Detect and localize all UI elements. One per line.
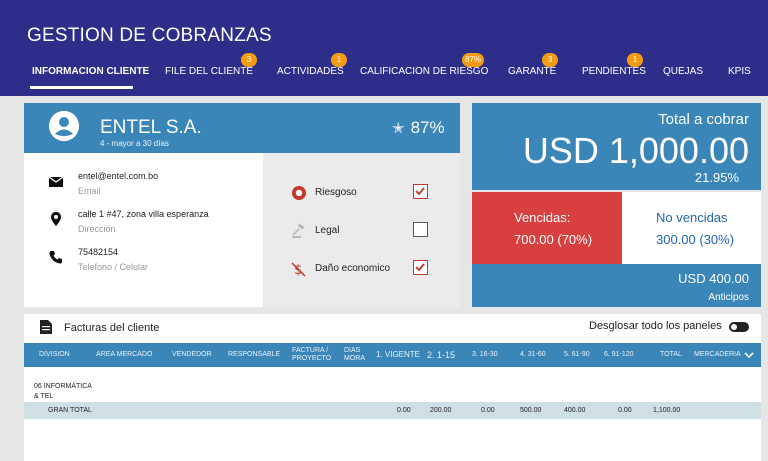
col-division[interactable]: DIVISION: [39, 343, 70, 367]
col-responsable[interactable]: RESPONSABLE: [228, 343, 280, 367]
col-vigente[interactable]: 1. VIGENTE: [376, 343, 420, 367]
tab-calificacion-de-riesgo[interactable]: CALIFICACION DE RIESGO 87%: [360, 53, 488, 77]
legal-checkbox[interactable]: [413, 222, 428, 237]
cell-61-90: 400.00: [564, 407, 586, 414]
tab-informacion-cliente[interactable]: INFORMACION CLIENTE: [32, 66, 149, 77]
cell-31-60: 500.00: [520, 407, 542, 414]
risk-flags-panel: Riesgoso Legal $ Daño economico: [263, 153, 460, 307]
col-dias-mora[interactable]: DIAS MORA: [344, 343, 370, 367]
tab-badge: 3: [241, 53, 257, 67]
active-tab-indicator: [30, 86, 133, 89]
client-subtitle: 4 - mayor a 30 días: [100, 139, 169, 148]
tab-quejas[interactable]: QUEJAS: [663, 66, 703, 77]
tab-file-del-cliente[interactable]: FILE DEL CLIENTE 3: [165, 53, 257, 77]
expand-panels-label: Desglosar todo los paneles: [589, 320, 722, 332]
overdue-value: 700.00 (70%): [514, 232, 593, 247]
col-91-120[interactable]: 6. 91-120: [604, 343, 634, 367]
advances-label: Anticipos: [708, 292, 749, 303]
cell-91-120: 0.00: [618, 407, 632, 414]
overdue-card: Vencidas: 700.00 (70%): [472, 192, 622, 264]
not-overdue-value: 300.00 (30%): [656, 232, 735, 247]
not-overdue-label: No vencidas: [656, 210, 728, 225]
tab-badge: 3: [542, 53, 558, 67]
tab-kpis[interactable]: KPIS: [728, 66, 751, 77]
app-title: GESTION DE COBRANZAS: [27, 25, 272, 46]
money-off-icon: $: [291, 262, 306, 277]
cell-1-15: 200.00: [430, 407, 452, 414]
location-pin-icon: [51, 212, 61, 226]
tab-garante[interactable]: GARANTE 3: [508, 53, 558, 77]
cell-vigente: 0.00: [397, 407, 411, 414]
col-factura-proyecto[interactable]: FACTURA / PROYECTO: [292, 343, 338, 367]
division-row-label: 06 INFORMÁTICA & TEL: [34, 383, 92, 400]
gavel-icon: [292, 223, 305, 238]
client-info-panel: ENTEL S.A. 4 - mayor a 30 días ✭ 87% ente…: [24, 103, 460, 307]
mail-icon: [48, 176, 64, 187]
total-percent: 21.95%: [694, 170, 739, 185]
invoices-panel: Facturas del cliente Desglosar todo los …: [24, 314, 761, 461]
client-rating: ✭ 87%: [392, 118, 445, 137]
risk-icon: [292, 186, 306, 200]
tab-pendientes[interactable]: PENDIENTES 1: [582, 53, 646, 77]
tab-actividades[interactable]: ACTIVIDADES 1: [277, 53, 347, 77]
overdue-label: Vencidas:: [514, 210, 571, 225]
invoices-title: Facturas del cliente: [64, 322, 160, 334]
advances-amount: USD 400.00: [678, 271, 749, 286]
app-header: GESTION DE COBRANZAS INFORMACION CLIENTE…: [0, 0, 768, 96]
col-total[interactable]: TOTAL: [660, 343, 682, 367]
col-16-30[interactable]: 3. 16-30: [472, 343, 498, 367]
col-61-90[interactable]: 5. 61-90: [564, 343, 590, 367]
document-icon: [40, 320, 52, 334]
phone-icon: [49, 251, 62, 264]
riesgoso-checkbox[interactable]: [413, 184, 428, 199]
grand-total-label: GRAN TOTAL: [48, 407, 92, 414]
cell-16-30: 0.00: [481, 407, 495, 414]
not-overdue-card: No vencidas 300.00 (30%): [622, 192, 761, 264]
dano-economico-checkbox[interactable]: [413, 260, 428, 275]
total-label: Total a cobrar: [658, 111, 749, 128]
col-1-15[interactable]: 2. 1-15: [427, 343, 455, 367]
chevron-down-icon: [744, 352, 754, 359]
col-area-mercado[interactable]: AREA MERCADO: [96, 343, 152, 367]
invoices-table-header: DIVISION AREA MERCADO VENDEDOR RESPONSAB…: [24, 343, 761, 367]
tab-badge: 1: [627, 53, 643, 67]
avatar-icon: [49, 111, 79, 141]
tab-badge: 87%: [462, 53, 485, 67]
total-to-collect-card: Total a cobrar USD 1,000.00 21.95%: [472, 103, 761, 190]
total-amount: USD 1,000.00: [522, 130, 749, 171]
col-mercaderia[interactable]: MERCADERIA: [694, 343, 754, 367]
col-vendedor[interactable]: VENDEDOR: [172, 343, 212, 367]
client-name: ENTEL S.A.: [100, 117, 202, 138]
col-31-60[interactable]: 4. 31-60: [520, 343, 546, 367]
tab-badge: 1: [331, 53, 347, 67]
grand-total-row: GRAN TOTAL 0.00 200.00 0.00 500.00 400.0…: [24, 402, 761, 419]
advances-card: USD 400.00 Anticipos: [472, 264, 761, 307]
expand-panels-toggle[interactable]: [729, 322, 749, 332]
cell-total: 1,100.00: [653, 407, 681, 414]
client-header: ENTEL S.A. 4 - mayor a 30 días ✭ 87%: [24, 103, 460, 153]
star-icon: ✭: [392, 120, 405, 137]
